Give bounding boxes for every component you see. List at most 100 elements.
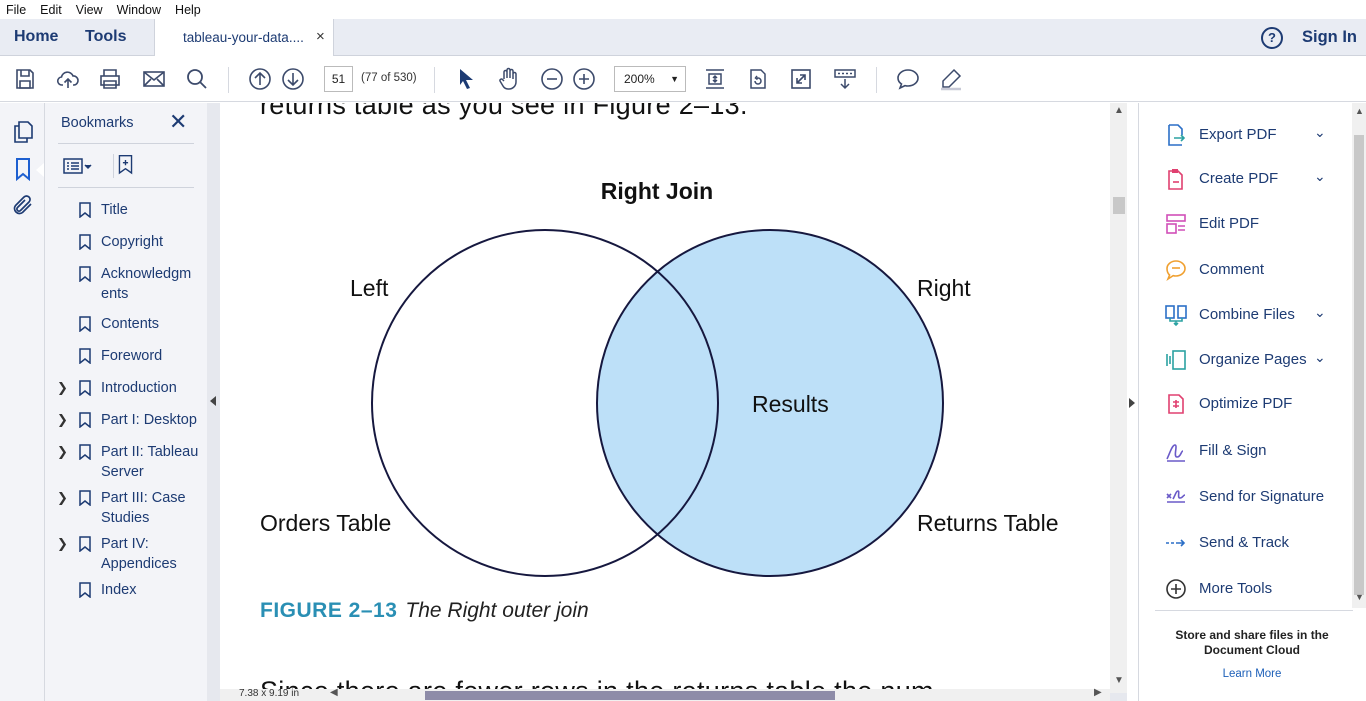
menu-edit[interactable]: Edit — [40, 3, 62, 17]
tool-organize-pages[interactable]: Organize Pages ⌄ — [1162, 347, 1342, 373]
highlight-pen-icon[interactable] — [939, 67, 963, 91]
bookmark-icon — [79, 266, 91, 282]
upload-cloud-icon[interactable] — [56, 67, 80, 91]
menu-file[interactable]: File — [6, 3, 26, 17]
create-pdf-icon — [1168, 169, 1183, 190]
learn-more-link[interactable]: Learn More — [1148, 668, 1356, 680]
sign-in-button[interactable]: Sign In — [1302, 28, 1357, 47]
figure-caption-text: The Right outer join — [405, 599, 589, 622]
tool-label: Optimize PDF — [1199, 395, 1293, 412]
bookmark-icon — [79, 316, 91, 332]
attachments-icon[interactable] — [11, 193, 35, 217]
zoom-in-icon[interactable] — [572, 67, 596, 91]
rotate-page-icon[interactable] — [746, 67, 770, 91]
tools-scrollbar[interactable]: ▲ ▼ — [1352, 103, 1366, 608]
active-panel-indicator — [36, 163, 44, 177]
chevron-down-icon[interactable]: ⌄ — [1314, 124, 1326, 141]
bookmark-label: Part II: Tableau Server — [101, 444, 199, 480]
scroll-down-icon[interactable]: ▼ — [1114, 675, 1124, 686]
toolbar-separator — [228, 67, 229, 93]
save-icon[interactable] — [13, 67, 37, 91]
tool-create-pdf[interactable]: Create PDF ⌄ — [1162, 166, 1342, 192]
bookmark-options-icon[interactable] — [63, 155, 93, 177]
bookmark-icon — [79, 444, 91, 460]
tool-label: Edit PDF — [1199, 215, 1260, 232]
bookmark-label: Foreword — [101, 348, 163, 364]
previous-page-icon[interactable] — [248, 67, 272, 91]
bookmark-icon — [79, 202, 91, 218]
send-signature-icon — [1166, 490, 1186, 503]
tool-label: Organize Pages — [1199, 351, 1307, 368]
tab-document[interactable]: tableau-your-data.... × — [154, 19, 334, 56]
chevron-down-icon[interactable]: ⌄ — [1314, 304, 1326, 321]
tool-fill-sign[interactable]: Fill & Sign — [1162, 438, 1342, 464]
scroll-thumb[interactable] — [1354, 135, 1364, 595]
hand-tool-icon[interactable] — [497, 67, 521, 91]
vertical-scrollbar[interactable]: ▲ ▼ — [1110, 103, 1127, 693]
full-screen-icon[interactable] — [789, 67, 813, 91]
chevron-right-icon[interactable]: ❯ — [57, 410, 68, 430]
tool-send-track[interactable]: Send & Track — [1162, 530, 1342, 556]
fill-sign-icon — [1166, 444, 1185, 462]
zoom-out-icon[interactable] — [540, 67, 564, 91]
collapse-left-pane-icon[interactable] — [210, 396, 216, 406]
menu-view[interactable]: View — [76, 3, 103, 17]
tab-document-label: tableau-your-data.... — [183, 30, 304, 45]
chevron-down-icon[interactable]: ⌄ — [1314, 349, 1326, 366]
bookmark-label: Part I: Desktop — [101, 412, 197, 428]
next-page-icon[interactable] — [281, 67, 305, 91]
tool-edit-pdf[interactable]: Edit PDF — [1162, 211, 1342, 237]
zoom-value: 200% — [624, 72, 655, 86]
bookmark-icon — [79, 348, 91, 364]
document-viewer[interactable]: returns table as you see in Figure 2–13.… — [207, 103, 1127, 701]
page-size-label: 7.38 x 9.19 in — [239, 688, 300, 699]
close-tab-icon[interactable]: × — [316, 28, 325, 45]
tool-export-pdf[interactable]: Export PDF ⌄ — [1162, 122, 1342, 148]
pdf-page[interactable]: returns table as you see in Figure 2–13.… — [220, 103, 1110, 693]
read-mode-icon[interactable] — [833, 67, 857, 91]
help-icon[interactable]: ? — [1261, 27, 1283, 49]
scroll-thumb[interactable] — [1113, 197, 1125, 214]
toolbar-separator — [876, 67, 877, 93]
menu-window[interactable]: Window — [117, 3, 161, 17]
scrolling-mode-icon[interactable] — [703, 67, 727, 91]
scroll-thumb[interactable] — [425, 691, 835, 700]
add-bookmark-icon[interactable] — [113, 154, 135, 178]
chevron-right-icon[interactable]: ❯ — [57, 534, 68, 554]
bookmark-panel-icon[interactable] — [11, 157, 35, 182]
email-icon[interactable] — [142, 67, 166, 91]
menu-help[interactable]: Help — [175, 3, 201, 17]
horizontal-scrollbar[interactable]: 7.38 x 9.19 in ◀ ▶ — [220, 687, 1110, 701]
collapse-right-pane-icon[interactable] — [1129, 398, 1135, 408]
print-icon[interactable] — [98, 67, 122, 91]
tab-home[interactable]: Home — [14, 28, 58, 46]
chevron-right-icon[interactable]: ❯ — [57, 442, 68, 462]
figure-caption: FIGURE 2–13 The Right outer join — [260, 599, 589, 623]
page-thumbnails-icon[interactable] — [11, 120, 35, 144]
scroll-up-icon[interactable]: ▲ — [1114, 105, 1124, 116]
scroll-left-icon[interactable]: ◀ — [330, 687, 338, 698]
bookmarks-panel: Bookmarks ✕ Title Copyright Acknowledgm en… — [45, 103, 207, 701]
scroll-down-icon[interactable]: ▼ — [1355, 592, 1364, 602]
chevron-right-icon[interactable]: ❯ — [57, 378, 68, 398]
tool-label: Comment — [1199, 261, 1265, 278]
scroll-up-icon[interactable]: ▲ — [1355, 106, 1364, 116]
close-icon[interactable]: ✕ — [169, 111, 187, 133]
comment-icon[interactable] — [896, 67, 920, 91]
search-icon[interactable] — [185, 67, 209, 91]
zoom-select[interactable]: 200% ▼ — [614, 66, 686, 92]
scroll-right-icon[interactable]: ▶ — [1094, 687, 1102, 698]
tool-optimize-pdf[interactable]: Optimize PDF — [1162, 391, 1342, 417]
chevron-right-icon[interactable]: ❯ — [57, 488, 68, 508]
tool-more-tools[interactable]: More Tools — [1162, 576, 1342, 602]
chevron-down-icon[interactable]: ⌄ — [1314, 168, 1326, 185]
tool-send-signature[interactable]: Send for Signature — [1162, 484, 1342, 510]
select-cursor-icon[interactable] — [454, 67, 478, 91]
tab-tools[interactable]: Tools — [85, 28, 126, 46]
bookmark-icon — [79, 380, 91, 396]
tool-comment[interactable]: Comment — [1162, 257, 1342, 283]
toolbar-separator — [434, 67, 435, 93]
page-number-input[interactable]: 51 — [324, 66, 353, 92]
orders-table-label: Orders Table — [260, 510, 391, 536]
tool-combine-files[interactable]: Combine Files ⌄ — [1162, 302, 1342, 328]
